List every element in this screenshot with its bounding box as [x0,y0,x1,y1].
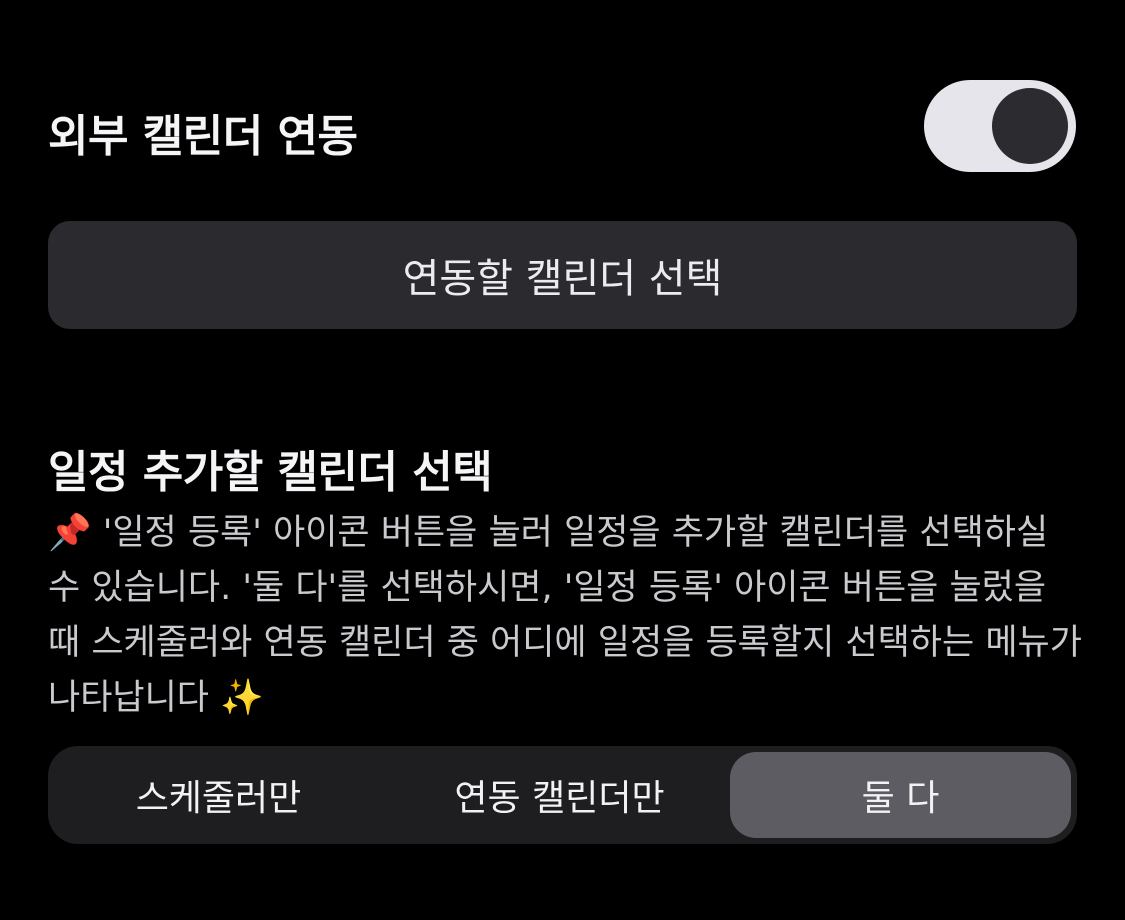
external-calendar-sync-row: 외부 캘린더 연동 [48,78,1078,174]
sparkles-icon: ✨ [220,678,264,718]
add-calendar-description-text: '일정 등록' 아이콘 버튼을 눌러 일정을 추가할 캘린더를 선택하실 수 있… [48,513,1082,718]
external-calendar-sync-title: 외부 캘린더 연동 [48,111,358,162]
add-calendar-section-title: 일정 추가할 캘린더 선택 [48,447,493,498]
toggle-knob [992,88,1068,164]
pushpin-icon: 📌 [48,513,92,553]
select-sync-calendar-button[interactable]: 연동할 캘린더 선택 [48,221,1077,329]
external-calendar-sync-toggle[interactable] [924,80,1076,172]
segment-scheduler-only[interactable]: 스케줄러만 [48,746,389,844]
calendar-target-segmented-control: 스케줄러만 연동 캘린더만 둘 다 [48,746,1077,844]
segment-both[interactable]: 둘 다 [730,752,1071,838]
segment-synced-calendar-only[interactable]: 연동 캘린더만 [389,746,730,844]
add-calendar-description: 📌 '일정 등록' 아이콘 버튼을 눌러 일정을 추가할 캘린더를 선택하실 수… [48,506,1088,726]
